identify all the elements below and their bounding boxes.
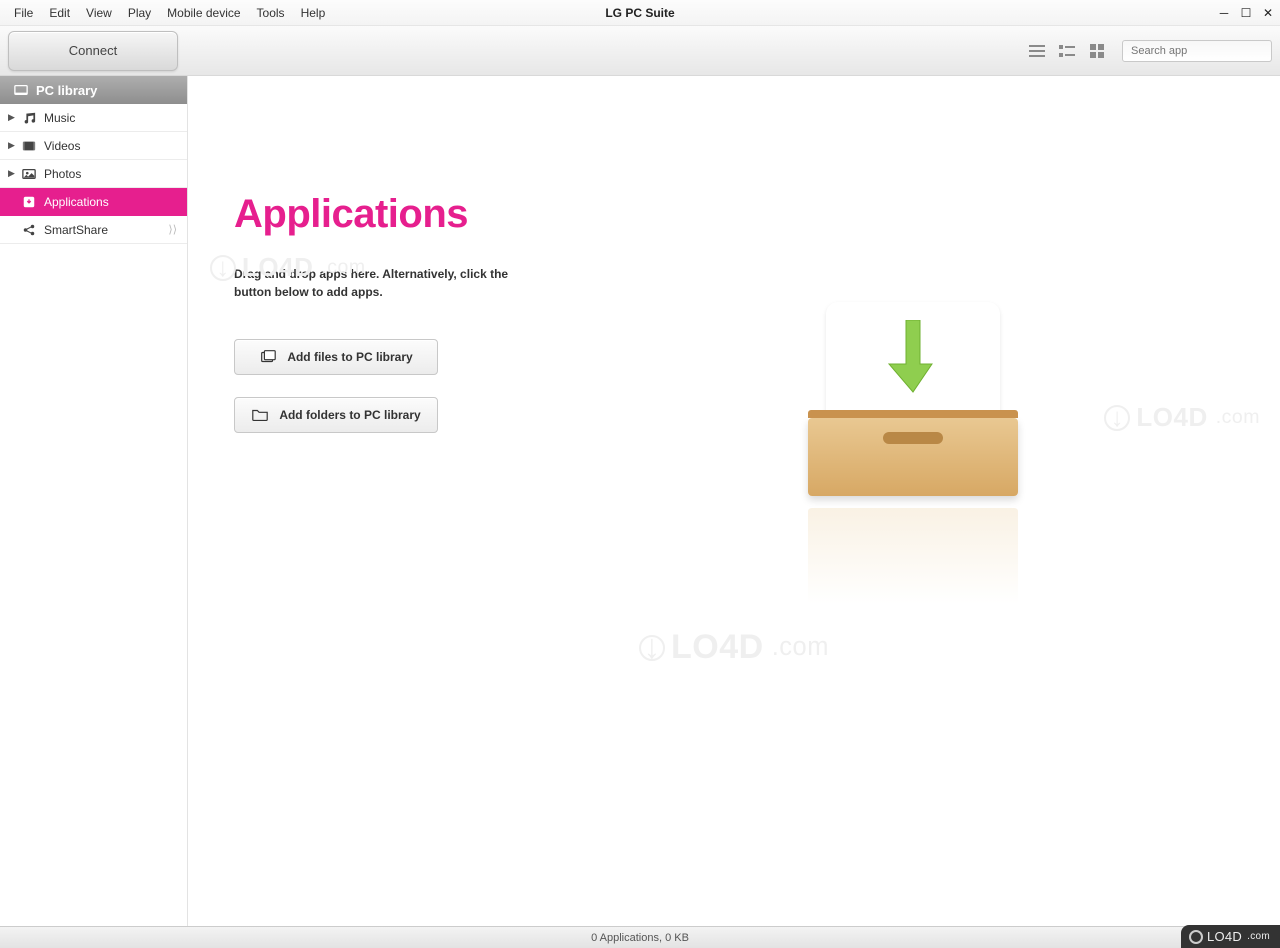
maximize-icon[interactable]: ☐	[1240, 7, 1252, 19]
folder-icon	[251, 407, 269, 423]
app-icon	[22, 195, 36, 209]
sidebar-item-label: Videos	[44, 139, 80, 153]
music-icon	[22, 111, 36, 125]
status-bar: 0 Applications, 0 KB	[0, 926, 1280, 948]
page-description: Drag and drop apps here. Alternatively, …	[234, 265, 544, 301]
chevron-right-icon: ▶	[8, 112, 15, 123]
menu-tools[interactable]: Tools	[249, 3, 293, 23]
toolbar: Connect	[0, 26, 1280, 76]
menu-bar: File Edit View Play Mobile device Tools …	[0, 0, 1280, 26]
window-title: LG PC Suite	[605, 6, 674, 20]
sidebar-header-label: PC library	[36, 83, 97, 98]
chevron-right-icon: ▶	[8, 140, 15, 151]
menu-help[interactable]: Help	[293, 3, 334, 23]
connect-button[interactable]: Connect	[8, 31, 178, 71]
menu-view[interactable]: View	[78, 3, 120, 23]
detail-view-icon[interactable]	[1058, 42, 1076, 60]
button-label: Add folders to PC library	[279, 408, 420, 422]
page-title: Applications	[234, 192, 1234, 237]
status-text: 0 Applications, 0 KB	[591, 932, 689, 944]
share-icon	[22, 223, 36, 237]
grid-view-icon[interactable]	[1088, 42, 1106, 60]
sidebar-item-music[interactable]: ▶ Music	[0, 104, 187, 132]
sidebar-header: PC library	[0, 76, 187, 104]
search-input[interactable]	[1122, 40, 1272, 62]
main-content: ↓LO4D.com ↓LO4D.com ↓LO4D.com Applicatio…	[188, 76, 1280, 926]
download-arrow-icon	[888, 320, 938, 410]
close-icon[interactable]: ✕	[1262, 7, 1274, 19]
watermark: ↓LO4D.com	[639, 628, 829, 667]
sidebar-item-smartshare[interactable]: SmartShare ⟩⟩	[0, 216, 187, 244]
menu-play[interactable]: Play	[120, 3, 159, 23]
dropbox-illustration	[808, 306, 1018, 496]
sidebar-item-label: Photos	[44, 167, 81, 181]
menu-mobile-device[interactable]: Mobile device	[159, 3, 248, 23]
sidebar-item-applications[interactable]: Applications	[0, 188, 187, 216]
menu-file[interactable]: File	[6, 3, 41, 23]
sidebar-item-photos[interactable]: ▶ Photos	[0, 160, 187, 188]
menu-edit[interactable]: Edit	[41, 3, 78, 23]
button-label: Add files to PC library	[287, 350, 412, 364]
add-files-button[interactable]: Add files to PC library	[234, 339, 438, 375]
view-mode-group	[1028, 42, 1106, 60]
files-icon	[259, 349, 277, 365]
add-folders-button[interactable]: Add folders to PC library	[234, 397, 438, 433]
sidebar-item-label: Music	[44, 111, 75, 125]
sidebar-item-videos[interactable]: ▶ Videos	[0, 132, 187, 160]
sidebar: PC library ▶ Music ▶ Videos ▶ Photos App…	[0, 76, 188, 926]
sidebar-item-label: Applications	[44, 195, 109, 209]
minimize-icon[interactable]: ─	[1218, 7, 1230, 19]
chevron-right-icon: ▶	[8, 168, 15, 179]
video-icon	[22, 139, 36, 153]
watermark: ↓LO4D.com	[1104, 402, 1260, 433]
source-badge: LO4D.com	[1181, 925, 1280, 948]
broadcast-icon: ⟩⟩	[168, 223, 177, 236]
reflection	[808, 508, 1018, 604]
sidebar-item-label: SmartShare	[44, 223, 108, 237]
list-view-icon[interactable]	[1028, 42, 1046, 60]
photo-icon	[22, 167, 36, 181]
